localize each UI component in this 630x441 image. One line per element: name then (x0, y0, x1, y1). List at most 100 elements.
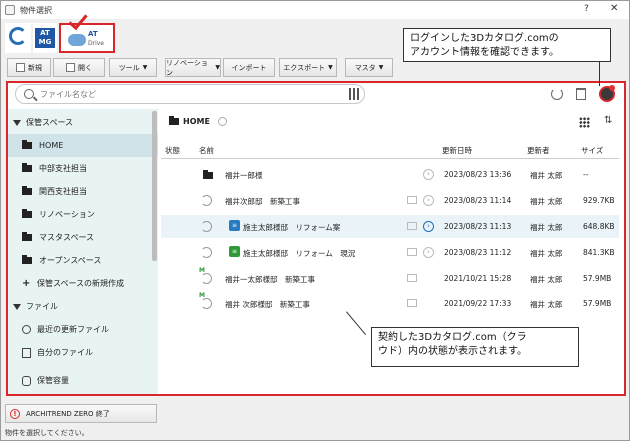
arrow-right-icon[interactable]: › (423, 195, 434, 206)
callout-line: 契約した3Dカタログ.com（クラ (378, 332, 527, 343)
file-updated: 2023/08/23 11:14 (444, 196, 512, 205)
file-size: 929.7KB (583, 196, 615, 205)
file-name: 福井一郎様 (225, 171, 263, 180)
tab-atmg[interactable]: AT MG (33, 23, 57, 53)
reload-icon[interactable] (551, 88, 563, 100)
tool-button[interactable]: ツール ▼ (109, 58, 157, 77)
search-input[interactable] (40, 88, 340, 101)
sidebar-item-label: マスタスペース (39, 233, 95, 242)
sidebar-item-label: 保管容量 (37, 376, 69, 385)
trash-icon[interactable] (576, 88, 586, 100)
column-size[interactable]: サイズ (581, 145, 603, 156)
tab-atdrive[interactable]: AT Drive (59, 23, 115, 53)
file-updater: 福井 太郎 (530, 249, 563, 258)
sidebar-scrollbar[interactable] (152, 111, 157, 261)
app-icon (5, 5, 15, 15)
file-size: 57.9MB (583, 299, 612, 308)
grid-view-icon[interactable] (579, 117, 590, 128)
table-row[interactable]: 福井次郎邸 新築工事 › 2023/08/23 11:14 福井 太郎 929.… (161, 189, 619, 212)
sidebar-item-capacity[interactable]: 保管容量 (8, 369, 158, 392)
account-callout: ログインした3Dカタログ.comの アカウント情報を確認できます。 (403, 28, 611, 62)
drive-callout: 契約した3Dカタログ.com（クラ ウド）内の状態が表示されます。 (371, 327, 579, 367)
sync-logo-icon (9, 27, 27, 45)
image-icon[interactable] (407, 274, 417, 282)
sidebar-item-mine[interactable]: 自分のファイル (8, 341, 158, 364)
master-button[interactable]: マスタ ▼ (345, 58, 393, 77)
arrow-right-icon[interactable]: › (423, 247, 434, 258)
sidebar-item-chubu[interactable]: 中部支社担当 (8, 157, 158, 180)
chevron-down-icon (13, 119, 21, 126)
sidebar-item-renovation[interactable]: リノベーション (8, 203, 158, 226)
chevron-down-icon (13, 303, 21, 310)
sidebar-item-master[interactable]: マスタスペース (8, 226, 158, 249)
table-row[interactable]: 福井一郎様 › 2023/08/23 13:36 福井 太郎 -- (161, 163, 619, 186)
open-label: 開く (78, 63, 92, 72)
image-icon[interactable] (407, 196, 417, 204)
clock-icon (22, 325, 31, 334)
callout-leader (599, 62, 600, 86)
table-row[interactable]: ≡ 施主太郎様邸 リフォーム 現況 › 2023/08/23 11:12 福井 … (161, 241, 619, 264)
arrow-right-icon[interactable]: › (423, 221, 434, 232)
column-updater[interactable]: 更新者 (527, 145, 550, 156)
search-box[interactable] (15, 84, 365, 104)
folder-icon (169, 116, 179, 125)
project-icon (201, 221, 212, 232)
file-name: 福井一太郎様邸 新築工事 (225, 275, 315, 284)
file-header[interactable]: ファイル (8, 295, 158, 318)
account-icon[interactable] (599, 85, 615, 102)
new-button[interactable]: 新規 (7, 58, 51, 77)
file-name: 施主太郎様邸 リフォーム 現況 (243, 249, 356, 258)
sidebar-item-open[interactable]: オープンスペース (8, 249, 158, 272)
tab-sync[interactable] (5, 23, 31, 53)
breadcrumb: HOME (169, 116, 227, 126)
sidebar-item-kansai[interactable]: 関西支社担当 (8, 180, 158, 203)
table-row[interactable]: M 福井一太郎様邸 新築工事 2021/10/21 15:28 福井 太郎 57… (161, 267, 619, 290)
callout-line: アカウント情報を確認できます。 (410, 47, 559, 58)
help-button[interactable]: ? (584, 4, 589, 14)
project-icon (201, 298, 212, 309)
file-updater: 福井 太郎 (530, 223, 563, 232)
plus-icon: + (22, 278, 31, 289)
sidebar-item-home[interactable]: HOME (8, 134, 158, 157)
new-icon (16, 63, 25, 72)
import-button[interactable]: インポート (223, 58, 275, 77)
exit-button[interactable]: ! ARCHITREND ZERO 終了 (5, 404, 157, 423)
existing-tag-icon: ≡ (229, 246, 240, 257)
open-button[interactable]: 開く (53, 58, 105, 77)
close-button[interactable]: ✕ (610, 3, 618, 14)
callout-line: ウド）内の状態が表示されます。 (378, 346, 527, 357)
breadcrumb-home[interactable]: HOME (183, 117, 210, 126)
search-icon (24, 89, 34, 99)
image-icon[interactable] (407, 299, 417, 307)
image-icon[interactable] (407, 222, 417, 230)
image-icon[interactable] (407, 248, 417, 256)
new-space-button[interactable]: + 保管スペースの新規作成 (8, 272, 158, 295)
arrow-right-icon[interactable]: › (423, 169, 434, 180)
folder-icon (22, 186, 32, 195)
folder-icon (203, 170, 213, 179)
sidebar-item-label: HOME (39, 141, 64, 150)
renovation-button[interactable]: リノベーション ▼ (165, 58, 221, 77)
column-updated[interactable]: 更新日時 (442, 145, 472, 156)
sidebar-item-label: 最近の更新ファイル (37, 325, 109, 334)
sidebar-item-label: 自分のファイル (37, 348, 93, 357)
master-label: マスタ (354, 63, 376, 72)
info-icon[interactable] (217, 117, 227, 126)
export-label: エクスポート (283, 63, 326, 72)
file-size: 57.9MB (583, 274, 612, 283)
sidebar-item-label: リノベーション (39, 210, 95, 219)
table-row[interactable]: M 福井 次郎様邸 新築工事 2021/09/22 17:33 福井 太郎 57… (161, 292, 619, 315)
sort-icon[interactable]: ⇅ (604, 115, 612, 126)
file-updater: 福井 太郎 (530, 171, 563, 180)
column-name[interactable]: 名前 (199, 145, 214, 156)
column-status[interactable]: 状態 (165, 145, 180, 156)
import-label: インポート (231, 63, 267, 72)
file-name: 施主太郎様邸 リフォーム案 (243, 223, 341, 232)
atdrive-label: AT Drive (88, 30, 104, 48)
storage-space-header[interactable]: 保管スペース (8, 111, 158, 134)
filter-icon[interactable] (348, 88, 360, 100)
file-updated: 2023/08/23 11:13 (444, 222, 512, 231)
sidebar-item-recent[interactable]: 最近の更新ファイル (8, 318, 158, 341)
export-button[interactable]: エクスポート ▼ (279, 58, 337, 77)
table-row[interactable]: ≡ 施主太郎様邸 リフォーム案 › 2023/08/23 11:13 福井 太郎… (161, 215, 619, 238)
